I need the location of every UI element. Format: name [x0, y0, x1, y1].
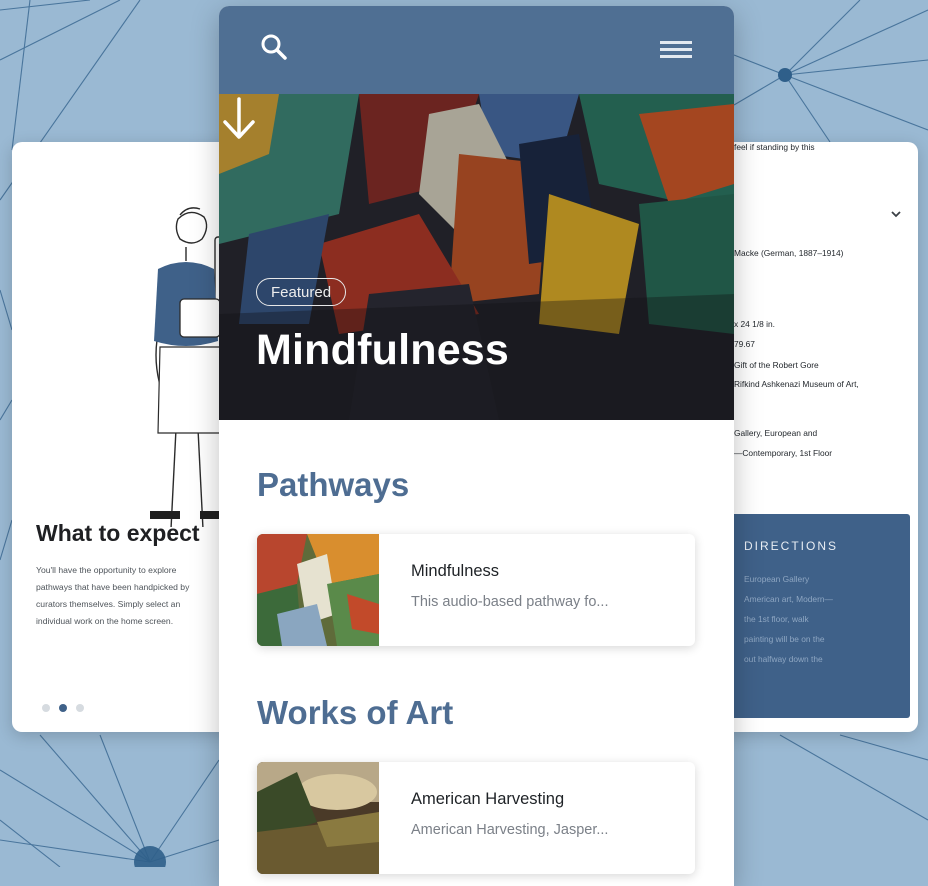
detail-text: feel if standing by this — [734, 142, 815, 152]
onboarding-title: What to expect — [36, 520, 200, 546]
pathway-list-item[interactable]: Mindfulness This audio-based pathway fo.… — [257, 534, 695, 646]
accession-line: 79.67 — [734, 339, 755, 349]
pathway-thumbnail — [257, 534, 379, 646]
page-dot[interactable] — [42, 704, 50, 712]
location-line: Gallery, European and — [734, 428, 818, 438]
hero-title: Mindfulness — [256, 326, 510, 374]
directions-text: European Gallery — [744, 574, 810, 584]
credit-line-2: Rifkind Ashkenazi Museum of Art, — [734, 379, 859, 389]
artwork-list-item[interactable]: American Harvesting American Harvesting,… — [257, 762, 695, 874]
onboarding-body: You'll have the opportunity to explore p… — [36, 562, 236, 630]
artwork-detail-card: feel if standing by this Macke (German, … — [720, 142, 918, 732]
search-icon[interactable] — [257, 30, 291, 64]
arrow-down-icon[interactable] — [219, 94, 259, 144]
page-dot-active[interactable] — [59, 704, 67, 712]
artwork-title: American Harvesting — [411, 790, 565, 808]
dimensions-line: x 24 1/8 in. — [734, 319, 775, 329]
onboarding-body-line: pathways that have been handpicked by — [36, 582, 190, 592]
featured-badge: Featured — [256, 278, 347, 306]
location-line-2: —Contemporary, 1st Floor — [734, 448, 833, 458]
onboarding-body-line: You'll have the opportunity to explore — [36, 565, 177, 575]
top-bar — [219, 6, 734, 94]
menu-icon[interactable] — [658, 39, 694, 61]
page-indicator — [42, 704, 84, 712]
page-dot[interactable] — [76, 704, 84, 712]
pathway-subtitle: This audio-based pathway fo... — [411, 594, 609, 610]
phone-screen: Featured Mindfulness Pathways Mindfulnes… — [219, 6, 734, 886]
credit-line: Gift of the Robert Gore — [734, 360, 819, 370]
artist-line: Macke (German, 1887–1914) — [734, 248, 844, 258]
directions-text: out halfway down the — [744, 654, 823, 664]
artwork-subtitle: American Harvesting, Jasper... — [411, 822, 609, 838]
directions-text: painting will be on the — [744, 634, 825, 644]
artwork-thumbnail — [257, 762, 379, 874]
chevron-down-icon[interactable] — [890, 208, 902, 220]
works-of-art-heading: Works of Art — [257, 694, 454, 731]
featured-hero[interactable]: Featured Mindfulness — [219, 94, 734, 420]
pathways-heading: Pathways — [257, 466, 410, 503]
directions-text: American art, Modern— — [744, 594, 833, 604]
onboarding-body-line: curators themselves. Simply select an — [36, 599, 181, 609]
directions-panel: DIRECTIONS European Gallery American art… — [728, 514, 910, 718]
directions-text: the 1st floor, walk — [744, 614, 809, 624]
pathway-title: Mindfulness — [411, 562, 500, 580]
directions-title: DIRECTIONS — [744, 539, 839, 553]
onboarding-body-line: individual work on the home screen. — [36, 616, 174, 626]
